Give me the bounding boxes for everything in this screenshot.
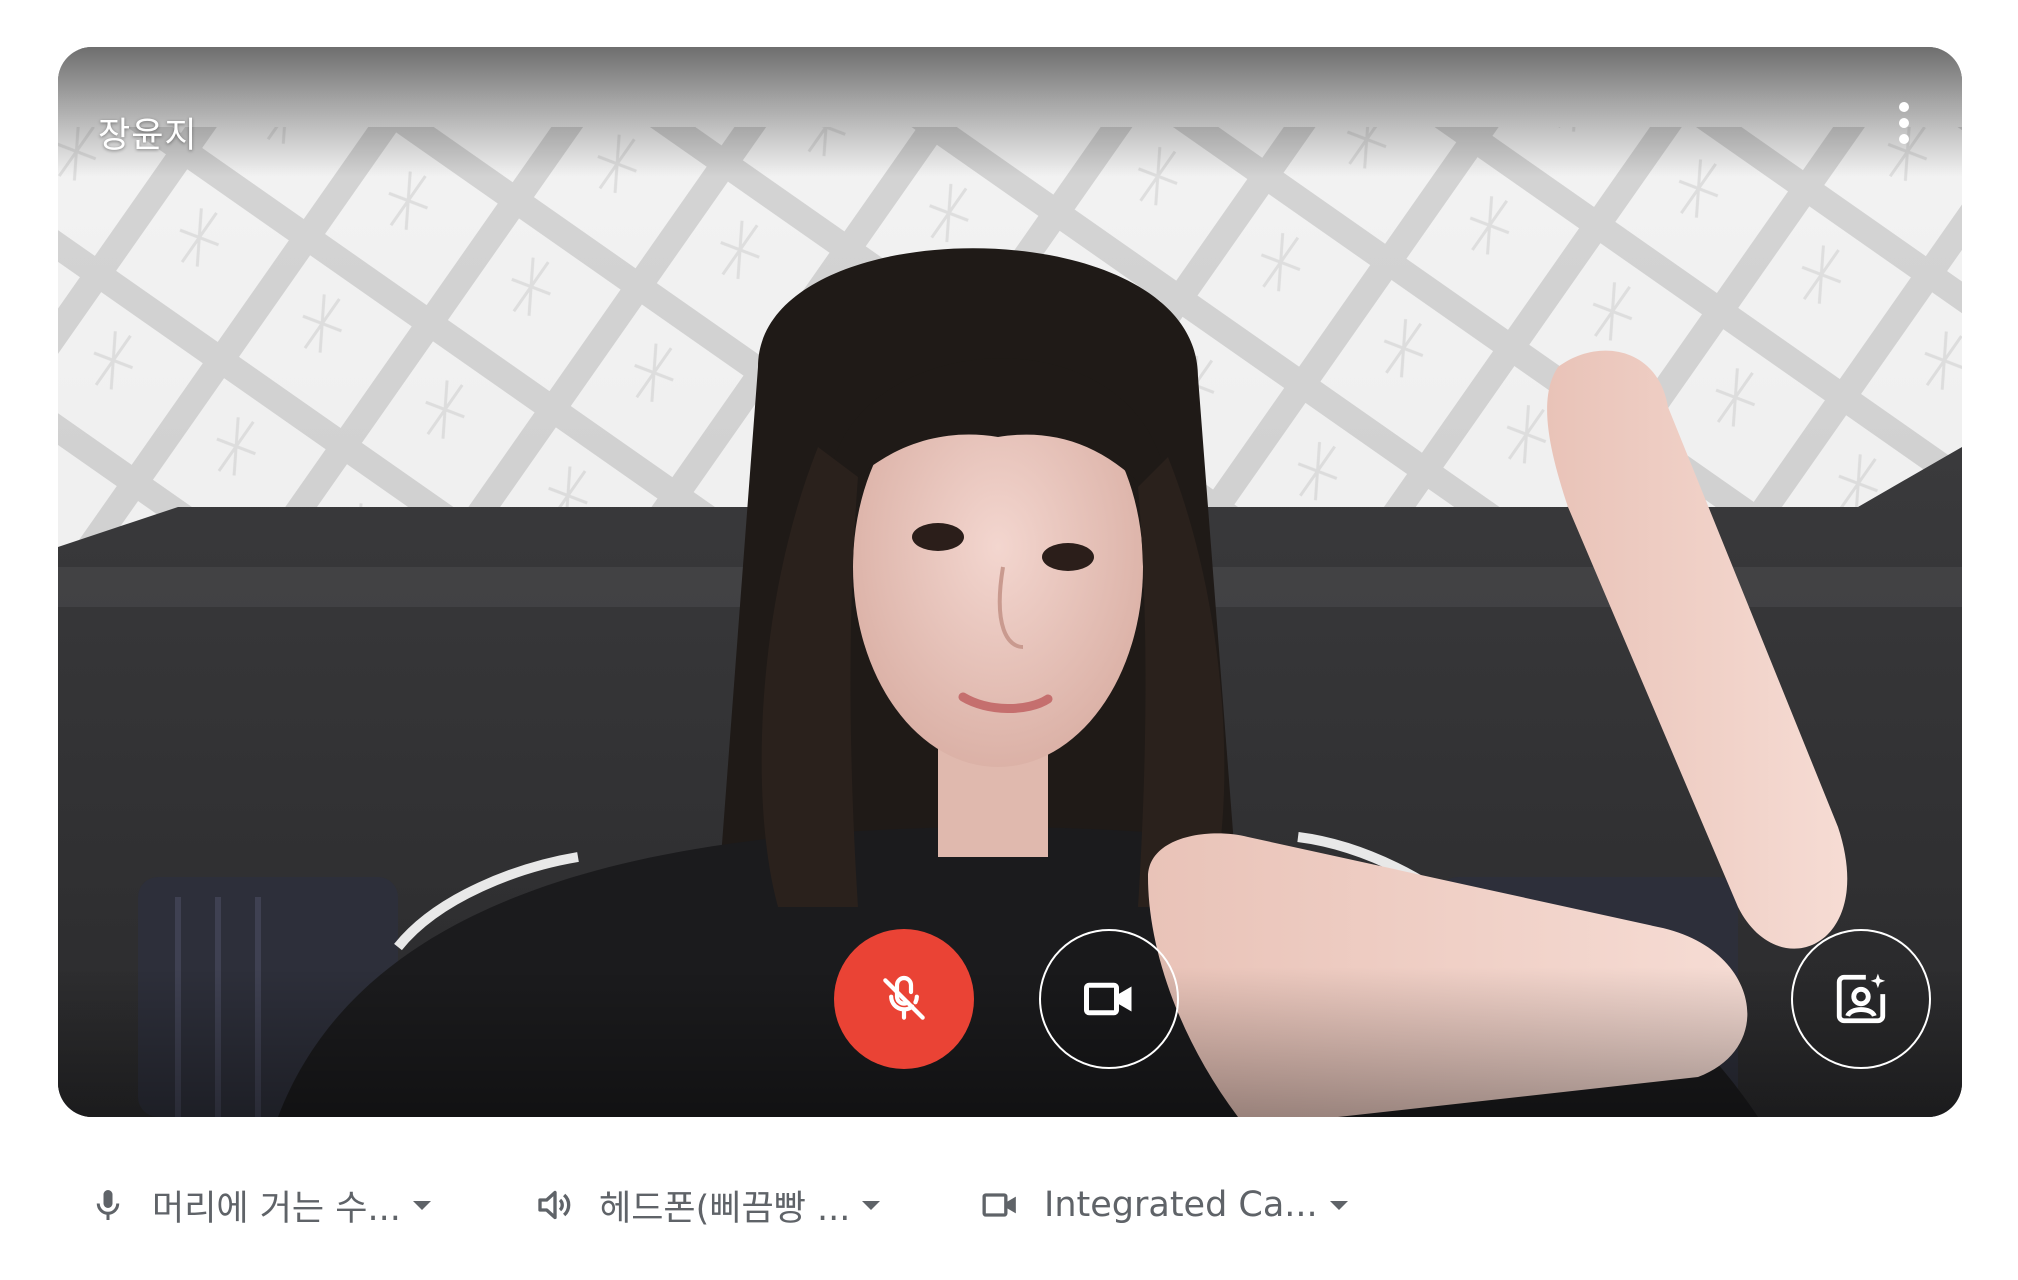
microphone-label: 머리에 거는 수... (152, 1188, 401, 1229)
top-gradient (58, 47, 1962, 177)
more-options-button[interactable] (1876, 95, 1932, 151)
more-vertical-icon (1899, 102, 1909, 144)
toggle-microphone-button[interactable] (834, 929, 974, 1069)
toggle-camera-button[interactable] (1039, 929, 1179, 1069)
speaker-label: 헤드폰(삐끔빵 ... (599, 1188, 851, 1229)
videocam-outline-icon (978, 1183, 1022, 1227)
visual-effects-icon (1836, 973, 1886, 1024)
mic-off-icon (883, 975, 925, 1020)
participant-name: 장윤지 (98, 116, 198, 156)
chevron-down-icon (862, 1200, 881, 1210)
camera-feed-image (58, 47, 1962, 1117)
bottom-gradient (58, 967, 1962, 1117)
volume-icon (533, 1183, 577, 1227)
chevron-down-icon (412, 1200, 431, 1210)
device-selector-bar: 머리에 거는 수... 헤드폰(삐끔빵 ... Integrated Ca... (0, 1175, 2018, 1235)
videocam-icon (1084, 982, 1132, 1016)
camera-preview: 장윤지 (58, 47, 1962, 1117)
chevron-down-icon (1329, 1200, 1348, 1210)
microphone-selector[interactable]: 머리에 거는 수... (86, 1175, 431, 1235)
camera-label: Integrated Ca... (1044, 1185, 1318, 1225)
mic-icon (86, 1183, 130, 1227)
speaker-selector[interactable]: 헤드폰(삐끔빵 ... (533, 1175, 881, 1235)
visual-effects-button[interactable] (1791, 929, 1931, 1069)
camera-selector[interactable]: Integrated Ca... (978, 1175, 1348, 1235)
